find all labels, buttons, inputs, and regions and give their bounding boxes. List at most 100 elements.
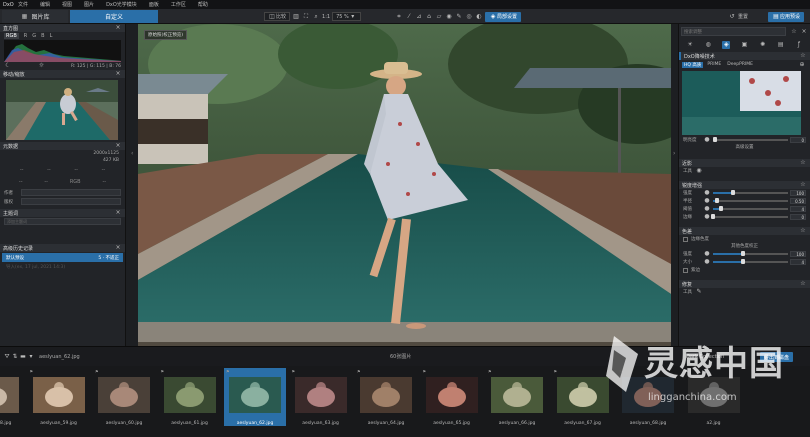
split-view-icon[interactable]: ▥ [292, 13, 300, 21]
filmstrip-thumb[interactable]: ⚑ aeslyuan_64.jpg [355, 368, 417, 426]
crop-icon[interactable]: ⌗ [395, 13, 403, 21]
purple-fringe-checkbox[interactable] [683, 267, 688, 273]
repair-brush-icon[interactable]: ✎ [455, 13, 463, 21]
history-entry-default[interactable]: 默认预设 5 · 不适正 [2, 253, 123, 262]
channel-r[interactable]: R [24, 33, 27, 39]
channel-g[interactable]: G [32, 33, 36, 39]
style-label[interactable]: Dark Collection [686, 354, 724, 360]
folder-icon[interactable]: ▬ [19, 353, 27, 361]
close-icon[interactable]: × [114, 142, 122, 150]
edge-chroma-checkbox[interactable] [683, 236, 688, 242]
brush-icon[interactable]: ✎ [695, 288, 703, 296]
zoom-100-button[interactable]: 1:1 [322, 14, 330, 20]
slider-knob[interactable] [713, 137, 717, 143]
star-icon[interactable]: ☆ [799, 52, 807, 60]
mode-hq[interactable]: HQ 高质 [682, 62, 704, 68]
auto-icon[interactable]: ● [703, 250, 711, 258]
chroma-0-value[interactable]: 100 [790, 251, 806, 257]
denoise-section-header[interactable]: DxO降噪技术 ☆ [679, 52, 810, 60]
metadata-header[interactable]: 元数据 × [0, 142, 125, 150]
moon-icon[interactable]: ☾ [4, 62, 12, 70]
local-adjust-button[interactable]: ◈ 局部设置 [485, 11, 522, 22]
keywords-input[interactable]: 添加主题词 [4, 218, 121, 225]
watermark-palette-icon[interactable]: ▤ [777, 41, 785, 49]
collapse-right-icon[interactable]: › [673, 150, 675, 157]
collapse-left-icon[interactable]: ‹ [131, 150, 133, 157]
menu-image[interactable]: 图片 [78, 1, 100, 8]
sharpen-2-value[interactable]: 4 [790, 206, 806, 212]
filmstrip-thumb[interactable]: ⚑aeslyuan_58.jpg [0, 368, 24, 426]
chevron-down-icon[interactable]: ▾ [27, 353, 35, 361]
navigator-thumbnail[interactable] [6, 80, 118, 140]
author-input[interactable] [21, 189, 121, 196]
close-icon[interactable]: × [114, 24, 122, 32]
close-icon[interactable]: × [800, 28, 808, 36]
horizon-icon[interactable]: ⊿ [415, 13, 423, 21]
auto-icon[interactable]: ● [703, 197, 711, 205]
slider-knob[interactable] [711, 214, 715, 220]
channel-l[interactable]: L [50, 33, 53, 39]
slider-knob[interactable] [714, 198, 719, 204]
mode-prime[interactable]: PRIME [705, 62, 723, 68]
fx-palette-icon[interactable]: ƒ [795, 41, 803, 49]
sharpen-0-value[interactable]: 100 [790, 190, 806, 196]
sort-icon[interactable]: ⇅ [11, 353, 19, 361]
sharpen-2-slider[interactable] [713, 206, 788, 212]
visibility-icon[interactable]: ◎ [465, 13, 473, 21]
auto-icon[interactable]: ● [703, 136, 711, 144]
chroma-1-value[interactable]: 4 [790, 259, 806, 265]
sharpen-1-value[interactable]: 0.50 [790, 198, 806, 204]
chroma-section-header[interactable]: 色差 ☆ [679, 227, 810, 235]
sharpen-3-slider[interactable] [711, 214, 788, 220]
menu-workspace[interactable]: 工作区 [165, 1, 192, 8]
luma-slider[interactable] [713, 137, 788, 143]
filmstrip-thumb[interactable]: ⚑ aeslyuan_68.jpg [617, 368, 679, 426]
menu-edit[interactable]: 编辑 [34, 1, 56, 8]
histogram-header[interactable]: 直方图 × [0, 24, 125, 32]
filmstrip-thumb[interactable]: ⚑ aeslyuan_59.jpg [28, 368, 90, 426]
detail-palette-icon[interactable]: ◈ [722, 40, 731, 49]
star-icon[interactable]: ☆ [799, 159, 807, 167]
compare-button[interactable]: ◫ 比较 [264, 12, 291, 21]
adjust-search-input[interactable]: 搜索调整 [681, 27, 786, 36]
sharpen-0-slider[interactable] [713, 190, 788, 196]
slider-knob[interactable] [718, 206, 723, 212]
denoise-preview[interactable] [682, 71, 801, 135]
reset-button[interactable]: 重置 [738, 13, 748, 20]
menu-help[interactable]: 帮助 [192, 1, 214, 8]
image-canvas[interactable]: 原始照(校正预览) [138, 24, 671, 346]
sharpen-section-header[interactable]: 锐度增强 ☆ [679, 181, 810, 189]
eye-icon[interactable]: ◉ [695, 167, 703, 175]
close-icon[interactable]: × [114, 209, 122, 217]
advanced-settings-label[interactable]: 高级设置 [679, 144, 810, 151]
zoom-icon[interactable]: ⌕ [312, 13, 320, 21]
mode-deepprime[interactable]: DeepPRIME [725, 62, 755, 68]
keywords-header[interactable]: 主题词 × [0, 209, 125, 217]
menu-view[interactable]: 视图 [56, 1, 78, 8]
copyright-input[interactable] [21, 198, 121, 205]
channel-b[interactable]: B [41, 33, 44, 39]
filmstrip-thumb[interactable]: ⚑ aeslyuan_66.jpg [486, 368, 548, 426]
auto-icon[interactable]: ● [703, 189, 711, 197]
filmstrip-thumb[interactable]: ⚑ aeslyuan_60.jpg [93, 368, 155, 426]
star-icon[interactable]: ☆ [790, 28, 798, 36]
sharpen-3-value[interactable]: 0 [790, 214, 806, 220]
highlight-icon[interactable]: ◐ [475, 13, 483, 21]
filmstrip-thumb[interactable]: ⚑ aeslyuan_67.jpg [552, 368, 614, 426]
fit-screen-icon[interactable]: ⛶ [302, 13, 310, 21]
color-palette-icon[interactable]: ◍ [704, 41, 712, 49]
tab-library[interactable]: ▦ 图片库 [2, 10, 68, 23]
tab-customize[interactable]: 自定义 [70, 10, 158, 23]
luma-value[interactable]: 0 [790, 137, 806, 143]
perspective-rect-icon[interactable]: ▱ [435, 13, 443, 21]
auto-icon[interactable]: ● [703, 213, 711, 221]
filter-icon[interactable]: ⛛ [3, 353, 11, 361]
slider-knob[interactable] [741, 251, 745, 257]
vignette-section-header[interactable]: 近影 ☆ [679, 159, 810, 167]
zoom-level-select[interactable]: 75 % ▾ [332, 12, 361, 21]
menu-file[interactable]: 文件 [12, 1, 34, 8]
apply-preset-button[interactable]: ▤ 应用预设 [768, 11, 805, 22]
star-icon[interactable]: ☆ [799, 280, 807, 288]
filmstrip-thumb[interactable]: ⚑ a2.jpg [683, 368, 745, 426]
channel-rgb[interactable]: RGB [4, 33, 19, 39]
